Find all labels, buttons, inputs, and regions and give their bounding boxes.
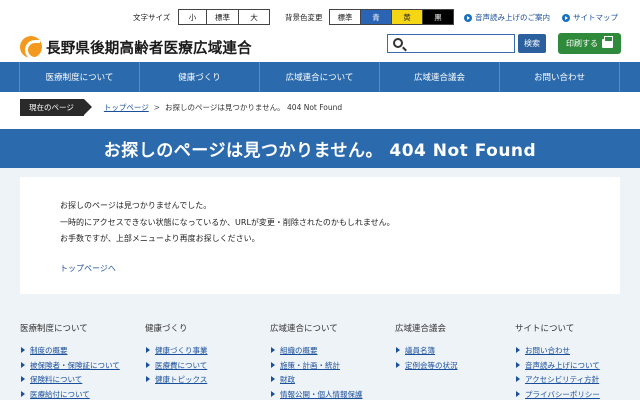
print-label: 印刷する (566, 39, 598, 48)
font-size-normal-button[interactable]: 標準 (207, 10, 239, 24)
breadcrumb-separator: > (153, 103, 161, 112)
footer: 医療制度について 制度の概要 被保険者・保険証について 保険料について 医療給付… (0, 308, 640, 400)
bg-yellow-button[interactable]: 黄 (392, 10, 423, 24)
org-name: 長野県後期高齢者医療広域連合 (46, 40, 252, 57)
footer-link[interactable]: プライバシーポリシー (515, 389, 600, 400)
footer-link[interactable]: 制度の概要 (20, 345, 120, 360)
footer-column: サイトについて お問い合わせ 音声読み上げについて アクセシビリティ方針 プライ… (515, 322, 600, 400)
page-title-band: お探しのページは見つかりません。 404 Not Found (0, 129, 640, 168)
arrow-right-icon (464, 13, 472, 22)
footer-column: 健康づくり 健康づくり事業 医療費について 健康トピックス (145, 322, 208, 389)
site-logo[interactable]: 長野県後期高齢者医療広域連合 (20, 36, 252, 60)
print-button[interactable]: 印刷する (558, 33, 621, 54)
footer-link[interactable]: 健康トピックス (145, 374, 208, 389)
footer-link[interactable]: 医療費について (145, 360, 208, 375)
speech-guide-label: 音声読み上げのご案内 (475, 13, 550, 22)
footer-link[interactable]: 音声読み上げについて (515, 360, 600, 375)
breadcrumb-top-link[interactable]: トップページ (104, 102, 149, 113)
footer-link[interactable]: 被保険者・保険証について (20, 360, 120, 375)
sitemap-label: サイトマップ (573, 13, 618, 22)
utility-bar: 文字サイズ 小 標準 大 背景色変更 標準 青 黄 黒 音声読み上げのご案内 サ… (0, 9, 640, 27)
footer-heading: 広域連合について (270, 324, 338, 334)
nav-item-about[interactable]: 広域連合について (260, 62, 380, 92)
font-size-large-button[interactable]: 大 (239, 10, 269, 24)
footer-link[interactable]: 保険料について (20, 374, 120, 389)
speech-guide-link[interactable]: 音声読み上げのご案内 (464, 12, 550, 23)
sitemap-link[interactable]: サイトマップ (562, 12, 618, 23)
nav-item-contact[interactable]: お問い合わせ (500, 62, 620, 92)
footer-column: 広域連合議会 議員名簿 定例会等の状況 (395, 322, 458, 374)
message-line: 一時的にアクセスできない状態になっているか、URLが変更・削除されたのかもしれま… (60, 218, 395, 227)
bg-black-button[interactable]: 黒 (423, 10, 453, 24)
footer-heading: 健康づくり (145, 324, 188, 334)
search-button[interactable]: 検索 (518, 34, 546, 53)
page-title: お探しのページは見つかりません。 404 Not Found (103, 141, 537, 161)
footer-link[interactable]: 組織の概要 (270, 345, 363, 360)
footer-column: 医療制度について 制度の概要 被保険者・保険証について 保険料について 医療給付… (20, 322, 120, 400)
footer-heading: サイトについて (515, 324, 575, 334)
message-line: お探しのページは見つかりませんでした。 (60, 201, 212, 210)
search-icon (393, 38, 403, 48)
breadcrumb: 現在のページ トップページ > お探しのページは見つかりません。 404 Not… (20, 99, 342, 116)
footer-link[interactable]: お問い合わせ (515, 345, 600, 360)
footer-column: 広域連合について 組織の概要 施策・計画・統計 財政 情報公開・個人情報保護 (270, 322, 363, 400)
footer-heading: 広域連合議会 (395, 324, 447, 334)
bg-color-switcher: 標準 青 黄 黒 (329, 9, 454, 25)
breadcrumb-current: お探しのページは見つかりません。 404 Not Found (165, 103, 343, 112)
font-size-switcher: 小 標準 大 (178, 9, 270, 25)
footer-link[interactable]: 議員名簿 (395, 345, 458, 360)
nav-item-assembly[interactable]: 広域連合議会 (380, 62, 500, 92)
nav-item-health[interactable]: 健康づくり (140, 62, 260, 92)
footer-link[interactable]: 定例会等の状況 (395, 360, 458, 375)
font-size-label: 文字サイズ (133, 13, 171, 22)
footer-link[interactable]: 情報公開・個人情報保護 (270, 389, 363, 400)
nav-item-medical-system[interactable]: 医療制度について (19, 62, 140, 92)
footer-link[interactable]: 健康づくり事業 (145, 345, 208, 360)
bg-standard-button[interactable]: 標準 (330, 10, 361, 24)
logo-mark-icon (20, 36, 42, 60)
search-box (387, 34, 515, 53)
printer-icon (602, 36, 613, 48)
footer-link[interactable]: 財政 (270, 374, 363, 389)
top-page-link[interactable]: トップページへ (60, 263, 116, 274)
font-size-small-button[interactable]: 小 (179, 10, 207, 24)
message-line: お手数ですが、上部メニューより再度お探しください。 (60, 234, 260, 243)
footer-heading: 医療制度について (20, 324, 88, 334)
arrow-right-icon (562, 13, 570, 22)
bg-blue-button[interactable]: 青 (361, 10, 392, 24)
footer-link[interactable]: アクセシビリティ方針 (515, 374, 600, 389)
breadcrumb-here-label: 現在のページ (20, 99, 92, 116)
content-card: お探しのページは見つかりませんでした。 一時的にアクセスできない状態になっている… (20, 177, 620, 294)
global-nav: 医療制度について 健康づくり 広域連合について 広域連合議会 お問い合わせ (0, 62, 640, 92)
footer-link[interactable]: 医療給付について (20, 389, 120, 400)
bg-color-label: 背景色変更 (285, 13, 323, 22)
footer-link[interactable]: 施策・計画・統計 (270, 360, 363, 375)
